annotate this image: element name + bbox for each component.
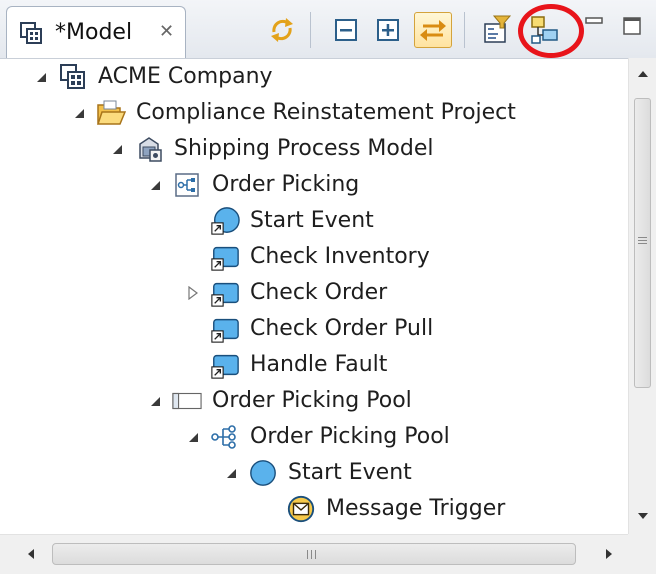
scroll-up-arrow-icon[interactable] xyxy=(629,62,656,86)
tree-item-label: Start Event xyxy=(250,208,374,233)
diagram-icon xyxy=(172,170,202,200)
tree-item-acme-company[interactable]: ACME Company xyxy=(34,60,273,94)
vertical-scrollbar[interactable] xyxy=(628,58,656,534)
toolbar-separator xyxy=(464,12,465,48)
model-tab-icon xyxy=(19,21,45,51)
tree-item-check-order[interactable]: Check Order xyxy=(186,276,387,310)
maximize-button[interactable] xyxy=(620,14,652,46)
tree-item-shipping-process-model[interactable]: Shipping Process Model xyxy=(110,132,433,166)
tree-item-start-event[interactable]: Start Event xyxy=(186,204,374,238)
collapse-all-icon xyxy=(335,19,357,41)
scrollbar-corner xyxy=(628,534,656,574)
expand-all-icon xyxy=(377,19,399,41)
tree-item-label: Shipping Process Model xyxy=(174,136,434,161)
filter-icon xyxy=(484,15,512,43)
tree-item-label: Check Inventory xyxy=(250,244,430,269)
start-event-icon xyxy=(248,458,278,488)
expanded-arrow-icon[interactable] xyxy=(110,142,124,156)
company-icon xyxy=(58,62,88,92)
tree-item-label: Check Order xyxy=(250,280,388,305)
horizontal-scroll-thumb[interactable] xyxy=(52,543,576,565)
scroll-down-arrow-icon[interactable] xyxy=(629,504,656,528)
tree-item-label: ACME Company xyxy=(98,64,273,89)
process-icon xyxy=(210,422,240,452)
tree-item-label: Order Picking xyxy=(212,172,360,197)
tree-item-handle-fault[interactable]: Handle Fault xyxy=(186,348,387,382)
link-with-editor-icon xyxy=(420,20,446,41)
tree-item-label: Order Picking Pool xyxy=(212,388,412,413)
start-event-shortcut-icon xyxy=(210,206,240,236)
expanded-arrow-icon[interactable] xyxy=(148,178,162,192)
highlight-circle xyxy=(518,4,584,58)
process-model-icon xyxy=(134,134,164,164)
toolbar-separator xyxy=(310,12,311,48)
task-shortcut-icon xyxy=(210,242,240,272)
view-toolbar: *Model ✕ xyxy=(0,0,656,59)
pool-icon xyxy=(172,386,202,416)
tree-item-order-picking-pool-process[interactable]: Order Picking Pool xyxy=(186,420,450,454)
collapsed-arrow-icon[interactable] xyxy=(186,286,200,300)
tree-item-start-event-nested[interactable]: Start Event xyxy=(224,456,412,490)
expand-all-button[interactable] xyxy=(372,14,404,46)
model-tree: ACME Company Compliance Reinstatement Pr… xyxy=(0,58,628,534)
expanded-arrow-icon[interactable] xyxy=(148,394,162,408)
tree-item-check-order-pull[interactable]: Check Order Pull xyxy=(186,312,433,346)
vertical-scroll-thumb[interactable] xyxy=(634,98,651,388)
tree-item-label: Message Trigger xyxy=(326,496,506,521)
close-icon[interactable]: ✕ xyxy=(159,21,174,43)
tree-item-project[interactable]: Compliance Reinstatement Project xyxy=(72,96,516,130)
expanded-arrow-icon[interactable] xyxy=(72,106,86,120)
maximize-icon xyxy=(623,17,641,35)
task-shortcut-icon xyxy=(210,314,240,344)
minimize-icon xyxy=(585,17,603,24)
tree-item-order-picking[interactable]: Order Picking xyxy=(148,168,359,202)
expanded-arrow-icon[interactable] xyxy=(34,70,48,84)
scroll-right-arrow-icon[interactable] xyxy=(594,535,624,573)
task-shortcut-icon xyxy=(210,350,240,380)
tree-item-message-trigger[interactable]: Message Trigger xyxy=(262,492,505,526)
tree-item-label: Compliance Reinstatement Project xyxy=(136,100,516,125)
expanded-arrow-icon[interactable] xyxy=(186,430,200,444)
tree-item-label: Start Event xyxy=(288,460,412,485)
link-with-editor-button[interactable] xyxy=(414,12,452,48)
model-view-tab[interactable]: *Model ✕ xyxy=(6,6,186,58)
filter-button[interactable] xyxy=(480,14,512,46)
folder-open-icon xyxy=(96,98,126,128)
tree-item-order-picking-pool[interactable]: Order Picking Pool xyxy=(148,384,412,418)
sync-button[interactable] xyxy=(266,14,298,46)
tree-item-check-inventory[interactable]: Check Inventory xyxy=(186,240,430,274)
scroll-left-arrow-icon[interactable] xyxy=(16,535,46,573)
sync-icon xyxy=(271,18,293,42)
tree-item-label: Handle Fault xyxy=(250,352,388,377)
message-trigger-icon xyxy=(286,494,316,524)
expanded-arrow-icon[interactable] xyxy=(224,466,238,480)
task-shortcut-icon xyxy=(210,278,240,308)
minimize-button[interactable] xyxy=(582,14,614,46)
collapse-all-button[interactable] xyxy=(330,14,362,46)
tree-item-label: Order Picking Pool xyxy=(250,424,450,449)
tree-item-label: Check Order Pull xyxy=(250,316,434,341)
tab-title: *Model xyxy=(55,20,133,45)
horizontal-scrollbar[interactable] xyxy=(0,534,628,574)
